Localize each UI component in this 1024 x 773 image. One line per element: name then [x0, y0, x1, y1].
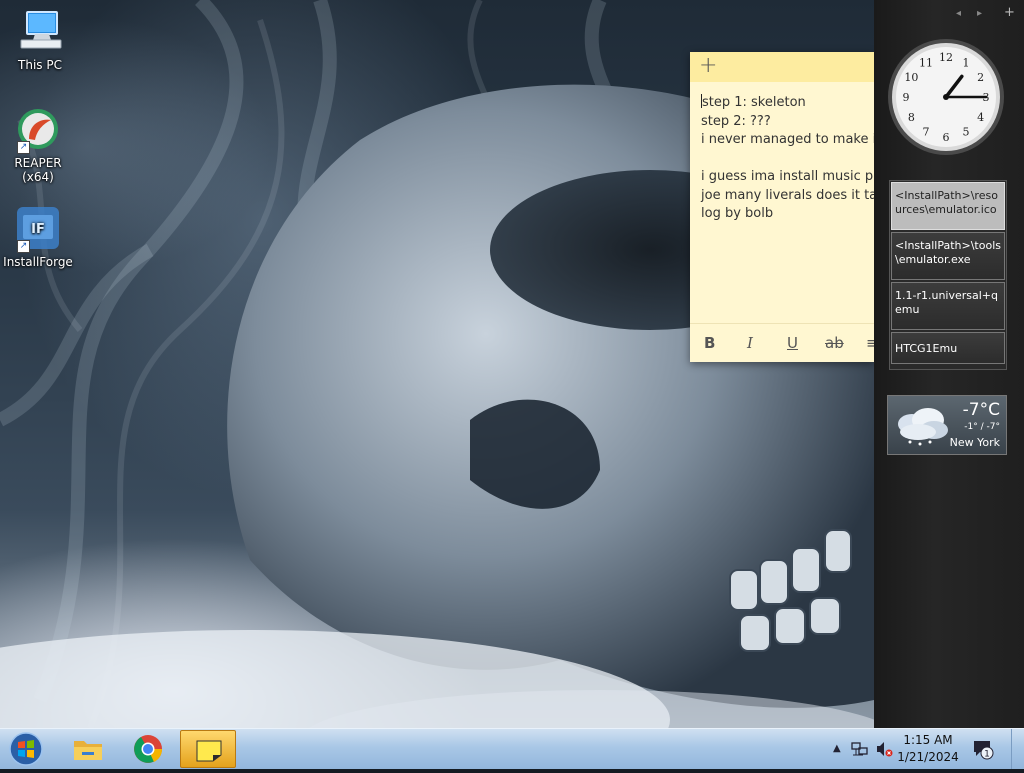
strikethrough-button[interactable]: ab	[825, 334, 844, 352]
folder-icon	[74, 741, 102, 760]
clock-numeral: 9	[903, 91, 910, 104]
next-page-button[interactable]: ▸	[977, 8, 982, 19]
weather-city: New York	[949, 436, 1000, 449]
svg-text:IF: IF	[31, 222, 45, 237]
bullets-button[interactable]: ≡	[866, 334, 874, 352]
weather-gadget[interactable]: -7°C -1° / -7° New York	[887, 395, 1007, 455]
taskbar-date: 1/21/2024	[897, 750, 959, 764]
analog-clock: 123456789101112	[888, 39, 1004, 155]
reaper-icon: ↗	[15, 106, 61, 154]
taskbar-clock[interactable]: 1:15 AM 1/21/2024	[893, 732, 963, 766]
clock-numeral: 8	[908, 111, 915, 124]
desktop-icon-installforge[interactable]: IF ↗ InstallForge	[0, 205, 78, 269]
sticky-note-format-toolbar: B I U ab ≡	[690, 323, 874, 362]
slideshow-gadget[interactable]: <InstallPath>\resources\emulator.ico <In…	[889, 180, 1007, 370]
sticky-note-line: i guess ima install music pro	[701, 169, 874, 184]
taskbar-file-explorer[interactable]	[60, 730, 116, 768]
clock-numeral: 2	[977, 71, 984, 84]
bold-button[interactable]: B	[704, 334, 715, 352]
shortcut-arrow-icon: ↗	[17, 141, 30, 154]
italic-button[interactable]: I	[747, 334, 753, 352]
notification-count: 1	[984, 750, 990, 760]
clock-numeral: 6	[943, 131, 950, 144]
sticky-note-text-area[interactable]: step 1: skeleton step 2: ??? i never man…	[690, 82, 874, 224]
desktop-icon-reaper[interactable]: ↗ REAPER (x64)	[0, 106, 78, 184]
taskbar: ▲ 1:15 AM 1/21/2024 1	[0, 728, 1024, 769]
clock-numeral: 1	[963, 56, 970, 69]
slideshow-item[interactable]: <InstallPath>\tools\emulator.exe	[891, 232, 1005, 280]
sticky-note-window[interactable]: + step 1: skeleton step 2: ??? i never m…	[690, 52, 874, 362]
desktop-icon-label: InstallForge	[3, 255, 73, 269]
start-button[interactable]	[6, 731, 46, 767]
windows-logo-icon	[9, 732, 43, 766]
sticky-note-line	[701, 150, 874, 169]
show-desktop-button[interactable]	[1011, 729, 1024, 769]
action-center-icon[interactable]: 1	[972, 738, 994, 764]
add-gadget-button[interactable]: +	[1004, 5, 1015, 20]
chrome-icon	[134, 735, 163, 763]
volume-muted-icon[interactable]	[875, 741, 893, 761]
clock-numeral: 12	[939, 51, 953, 64]
clock-numeral: 4	[977, 111, 984, 124]
taskbar-time: 1:15 AM	[903, 733, 953, 747]
sticky-note-titlebar[interactable]: +	[690, 52, 874, 82]
sticky-notes-icon	[196, 740, 222, 762]
sticky-note-line: log by bolb	[701, 206, 774, 221]
clock-numeral: 7	[923, 126, 930, 139]
sticky-note-line: step 1: skeleton	[701, 94, 806, 110]
underline-button[interactable]: U	[787, 334, 798, 352]
show-hidden-icons-button[interactable]: ▲	[833, 743, 841, 754]
clock-numeral: 5	[963, 126, 970, 139]
installforge-icon: IF ↗	[15, 205, 61, 253]
weather-temperature: -7°C	[962, 400, 1000, 420]
cloudy-snow-icon	[898, 408, 948, 446]
slideshow-item[interactable]: <InstallPath>\resources\emulator.ico	[891, 182, 1005, 230]
new-note-button[interactable]: +	[699, 55, 717, 77]
sticky-note-line: i never managed to make it	[701, 132, 874, 147]
network-icon[interactable]	[851, 741, 869, 761]
slideshow-item[interactable]: 1.1-r1.universal+qemu	[891, 282, 1005, 330]
computer-icon	[17, 8, 63, 54]
desktop-icon-label: REAPER (x64)	[14, 156, 62, 184]
shortcut-arrow-icon: ↗	[17, 240, 30, 253]
clock-numeral: 11	[919, 56, 933, 69]
slideshow-item[interactable]: HTCG1Emu	[891, 332, 1005, 364]
taskbar-sticky-notes[interactable]	[180, 730, 236, 768]
taskbar-chrome[interactable]	[120, 730, 176, 768]
previous-page-button[interactable]: ◂	[956, 8, 961, 19]
sticky-note-line: step 2: ???	[701, 113, 771, 129]
desktop-icon-label: This PC	[18, 58, 62, 72]
desktop-icon-this-pc[interactable]: This PC	[0, 8, 80, 72]
sticky-note-line: joe many liverals does it tak	[701, 187, 874, 203]
clock-numeral: 10	[904, 71, 918, 84]
weather-high-low: -1° / -7°	[964, 422, 1000, 432]
clock-gadget[interactable]: 123456789101112	[886, 37, 1006, 157]
